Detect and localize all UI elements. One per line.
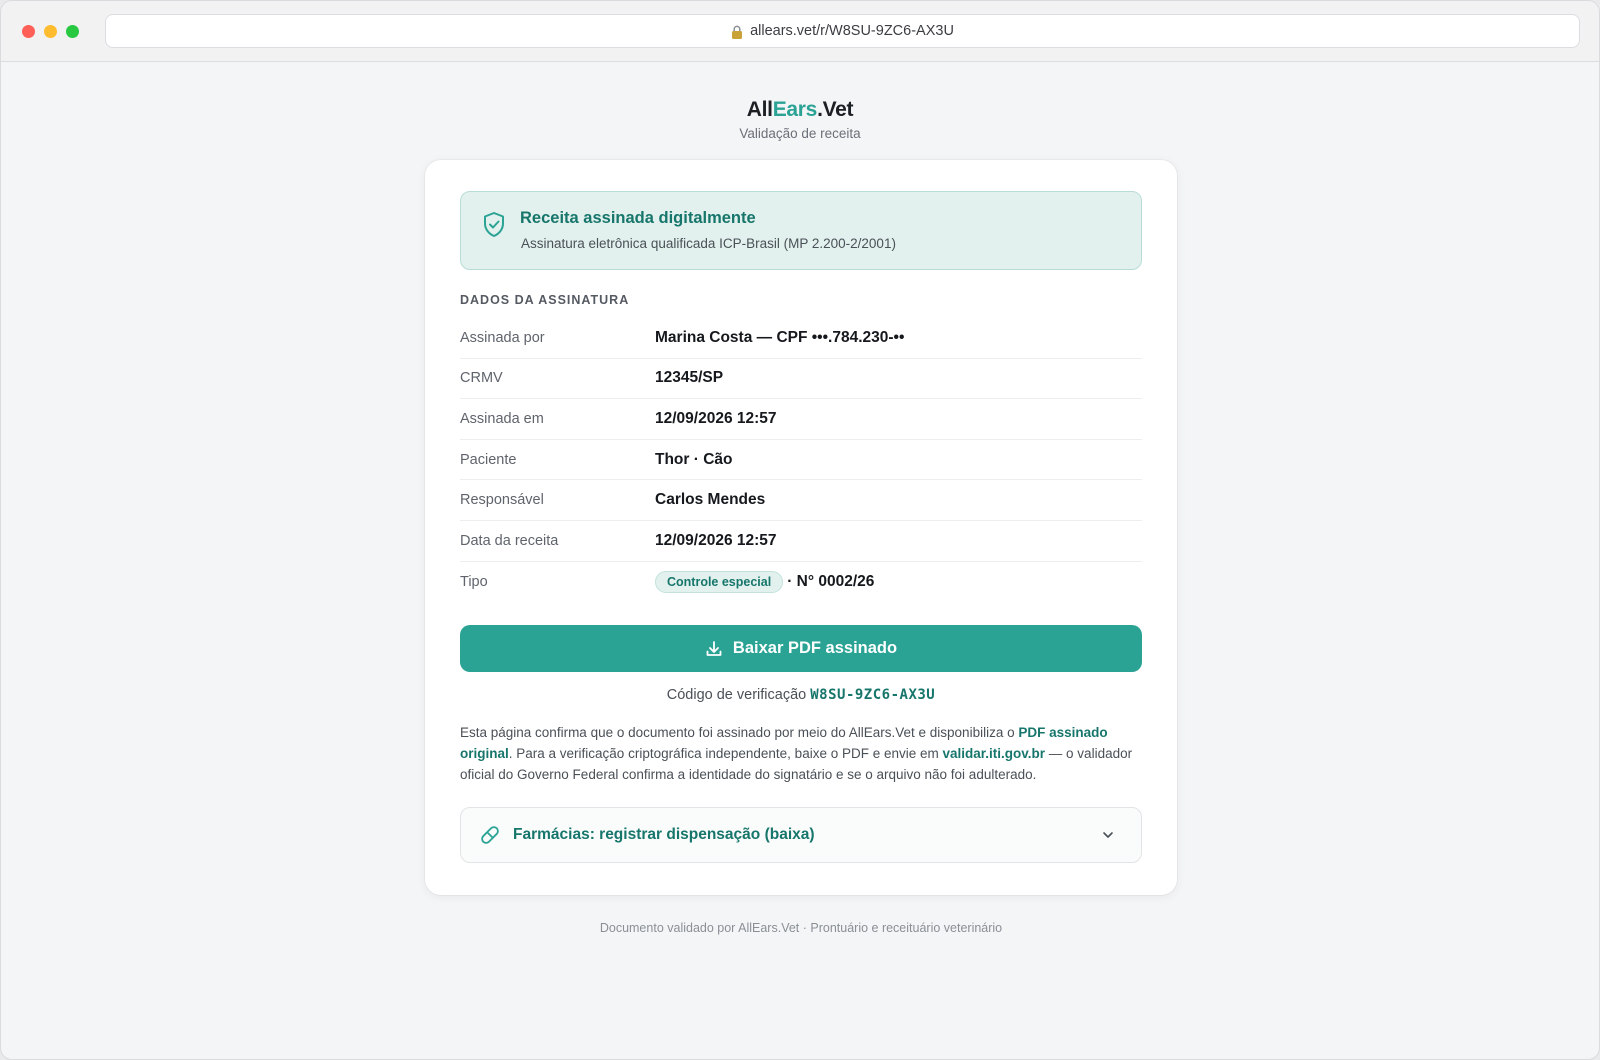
detail-label: Tipo — [460, 573, 488, 590]
section-title: DADOS DA ASSINATURA — [460, 293, 630, 307]
maximize-window-button[interactable] — [66, 25, 79, 38]
detail-value: 12/09/2026 12:57 — [655, 531, 777, 549]
chevron-down-icon — [1103, 832, 1113, 838]
validation-card: Receita assinada digitalmente Assinatura… — [425, 160, 1177, 895]
lock-icon — [732, 25, 743, 39]
browser-window: allears.vet/r/W8SU-9ZC6-AX3U AllEars.Vet… — [0, 0, 1600, 1060]
brand-logo: AllEars.Vet — [1, 98, 1599, 122]
close-window-button[interactable] — [22, 25, 35, 38]
detail-row-prescription-date: Data da receita 12/09/2026 12:57 — [460, 521, 1142, 562]
pill-icon — [481, 826, 499, 844]
download-pdf-button[interactable]: Baixar PDF assinado — [460, 625, 1142, 672]
url-text: allears.vet/r/W8SU-9ZC6-AX3U — [750, 23, 954, 39]
download-icon — [706, 640, 722, 656]
detail-row-patient: Paciente Thor · Cão — [460, 440, 1142, 481]
detail-row-signed-at: Assinada em 12/09/2026 12:57 — [460, 399, 1142, 440]
detail-value: 12345/SP — [655, 369, 724, 387]
address-bar[interactable]: allears.vet/r/W8SU-9ZC6-AX3U — [105, 14, 1580, 48]
detail-row-type: Tipo Controle especial · N° 0002/26 — [460, 562, 1142, 603]
detail-value: 12/09/2026 12:57 — [655, 409, 777, 427]
signed-banner: Receita assinada digitalmente Assinatura… — [460, 191, 1142, 270]
page-subtitle: Validação de receita — [739, 126, 861, 141]
detail-label: Responsável — [460, 492, 544, 509]
browser-titlebar: allears.vet/r/W8SU-9ZC6-AX3U — [1, 1, 1599, 62]
detail-value: Controle especial · N° 0002/26 — [655, 570, 875, 593]
minimize-window-button[interactable] — [44, 25, 57, 38]
verification-label: Código de verificação — [666, 687, 807, 703]
detail-value: Carlos Mendes — [655, 491, 766, 509]
detail-value: Thor · Cão — [655, 450, 733, 468]
download-button-label: Baixar PDF assinado — [732, 639, 898, 657]
brand-header: AllEars.Vet Validação de receita — [1, 98, 1599, 141]
detail-row-crmv: CRMV 12345/SP — [460, 359, 1142, 400]
pharmacy-dispensation-accordion[interactable]: Farmácias: registrar dispensação (baixa) — [460, 807, 1142, 863]
banner-title: Receita assinada digitalmente — [520, 209, 756, 227]
explanation-part1: Esta página confirma que o documento foi… — [460, 725, 1019, 740]
detail-label: CRMV — [460, 370, 503, 387]
iti-validator-link[interactable]: validar.iti.gov.br — [943, 746, 1046, 761]
explanation-text: Esta página confirma que o documento foi… — [460, 722, 1142, 785]
shield-check-icon — [484, 212, 504, 237]
detail-label: Assinada por — [460, 329, 545, 346]
prescription-number: · N° 0002/26 — [787, 572, 875, 590]
detail-label: Paciente — [460, 451, 517, 468]
status-badge: Controle especial — [655, 570, 784, 593]
banner-subtitle: Assinatura eletrônica qualificada ICP-Br… — [521, 236, 896, 251]
detail-value: Marina Costa — CPF •••.784.230-•• — [655, 328, 905, 346]
brand-name-part1: All — [746, 98, 773, 121]
detail-label: Data da receita — [460, 532, 559, 549]
pharmacy-label: Farmácias: registrar dispensação (baixa) — [513, 826, 815, 843]
brand-name-part3: .Vet — [817, 98, 854, 121]
explanation-part2: . Para a verificação criptográfica indep… — [508, 746, 943, 761]
signature-details: Assinada por Marina Costa — CPF •••.784.… — [460, 318, 1142, 602]
detail-row-owner: Responsável Carlos Mendes — [460, 480, 1142, 521]
verification-code-line: Código de verificação W8SU-9ZC6-AX3U — [460, 687, 1142, 703]
brand-name-part2: Ears — [772, 98, 818, 121]
detail-row-signed-by: Assinada por Marina Costa — CPF •••.784.… — [460, 318, 1142, 359]
page-footer: Documento validado por AllEars.Vet · Pro… — [599, 921, 1003, 935]
detail-label: Assinada em — [460, 410, 544, 427]
verification-code: W8SU-9ZC6-AX3U — [810, 687, 936, 703]
